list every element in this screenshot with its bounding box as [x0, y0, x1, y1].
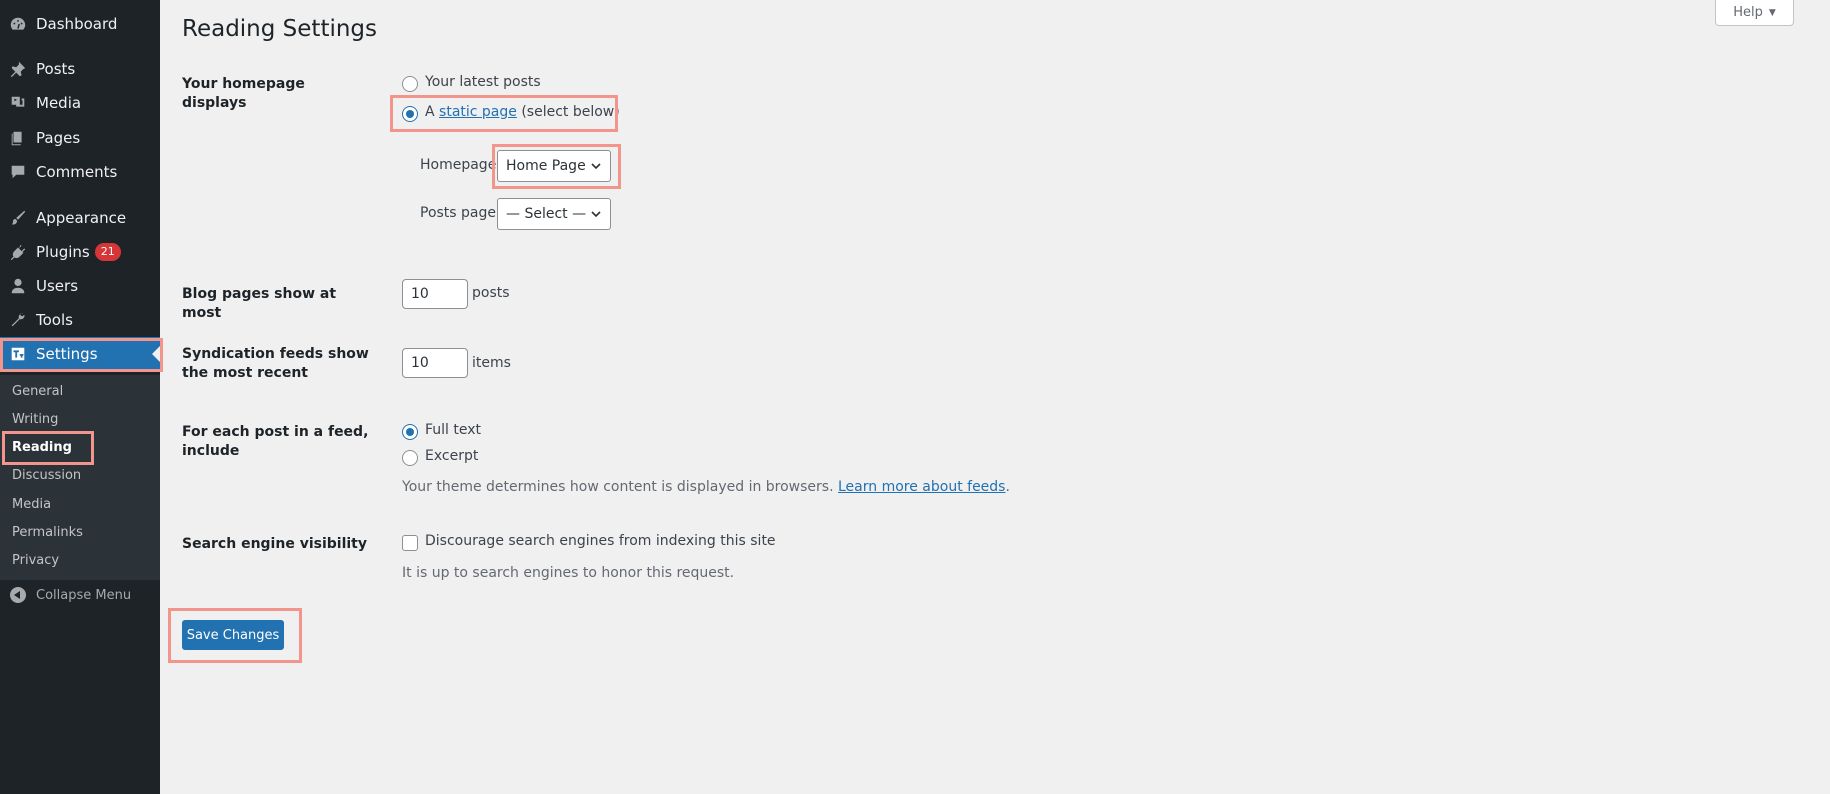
page-title: Reading Settings: [182, 16, 378, 42]
help-label: Help: [1733, 5, 1763, 20]
latest-posts-label: Your latest posts: [425, 74, 541, 90]
homepage-select[interactable]: Home Page: [497, 150, 611, 182]
comment-icon: [0, 163, 36, 181]
syndication-label: Syndication feeds show the most recent: [182, 346, 369, 381]
search-visibility-label: Search engine visibility: [182, 536, 367, 552]
plugins-update-badge: 21: [94, 243, 121, 262]
settings-submenu: General Writing Reading Discussion Media…: [0, 375, 160, 580]
submenu-item-general[interactable]: General: [12, 384, 63, 399]
submenu-item-reading[interactable]: Reading: [12, 440, 72, 455]
dashboard-icon: [0, 15, 36, 33]
static-page-link[interactable]: static page: [439, 104, 517, 120]
pin-icon: [0, 60, 36, 78]
submenu-item-discussion[interactable]: Discussion: [12, 468, 81, 483]
posts-page-select-label: Posts page:: [420, 205, 501, 221]
collapse-menu-button[interactable]: Collapse Menu: [0, 583, 160, 607]
submenu-item-writing[interactable]: Writing: [12, 412, 58, 427]
sidebar-item-label: Comments: [36, 163, 118, 181]
sidebar-item-label: Plugins 21: [36, 243, 121, 262]
sidebar-item-label: Settings: [36, 345, 98, 363]
learn-more-feeds-link[interactable]: Learn more about feeds: [838, 479, 1005, 495]
posts-page-select-value: — Select —: [506, 206, 587, 222]
sidebar-item-pages[interactable]: Pages: [0, 121, 160, 155]
blog-pages-unit: posts: [472, 285, 510, 301]
submenu-item-permalinks[interactable]: Permalinks: [12, 525, 83, 540]
pages-icon: [0, 129, 36, 147]
blog-pages-label: Blog pages show at most: [182, 286, 337, 321]
sidebar-item-tools[interactable]: Tools: [0, 303, 160, 337]
save-changes-button[interactable]: Save Changes: [182, 620, 284, 650]
sidebar-item-settings[interactable]: Settings: [0, 337, 160, 371]
chevron-down-icon: [591, 211, 601, 218]
feed-content-label: For each post in a feed, include: [182, 424, 369, 459]
posts-page-select[interactable]: — Select —: [497, 198, 611, 230]
dropdown-triangle-icon: ▼: [1768, 7, 1776, 18]
homepage-select-value: Home Page: [506, 158, 586, 174]
chevron-down-icon: [591, 163, 601, 170]
discourage-search-label: Discourage search engines from indexing …: [425, 533, 776, 549]
help-button[interactable]: Help ▼: [1715, 0, 1794, 26]
sidebar-item-label: Appearance: [36, 209, 127, 227]
latest-posts-radio[interactable]: [402, 76, 418, 92]
admin-sidebar: Dashboard Posts Media Pages Comments App…: [0, 0, 163, 794]
homepage-select-label: Homepage:: [420, 157, 502, 173]
sidebar-item-label: Tools: [36, 311, 73, 329]
syndication-input[interactable]: [402, 348, 468, 378]
full-text-radio[interactable]: [402, 424, 418, 440]
sidebar-item-plugins[interactable]: Plugins 21: [0, 235, 160, 269]
collapse-arrow-icon: [10, 587, 26, 603]
active-menu-arrow: [152, 346, 160, 362]
full-text-label: Full text: [425, 422, 482, 438]
sidebar-item-label: Pages: [36, 129, 81, 147]
submenu-item-privacy[interactable]: Privacy: [12, 553, 59, 568]
sidebar-item-posts[interactable]: Posts: [0, 52, 160, 86]
feed-description: Your theme determines how content is dis…: [402, 479, 1010, 495]
submenu-item-media[interactable]: Media: [12, 497, 51, 512]
plugin-icon: [0, 243, 36, 261]
search-visibility-description: It is up to search engines to honor this…: [402, 565, 735, 581]
static-page-label: A static page (select below): [425, 104, 620, 120]
sidebar-item-label: Media: [36, 94, 82, 112]
homepage-displays-label: Your homepage displays: [182, 76, 305, 111]
sidebar-item-users[interactable]: Users: [0, 269, 160, 303]
static-page-radio[interactable]: [402, 106, 418, 122]
wrench-icon: [0, 311, 36, 329]
sidebar-item-appearance[interactable]: Appearance: [0, 201, 160, 235]
excerpt-label: Excerpt: [425, 448, 479, 464]
excerpt-radio[interactable]: [402, 450, 418, 466]
sidebar-item-label: Users: [36, 277, 79, 295]
sidebar-item-label: Dashboard: [36, 15, 118, 33]
brush-icon: [0, 209, 36, 227]
collapse-menu-label: Collapse Menu: [36, 587, 132, 603]
discourage-search-checkbox[interactable]: [402, 535, 418, 551]
media-icon: [0, 94, 36, 112]
sidebar-item-media[interactable]: Media: [0, 86, 160, 120]
syndication-unit: items: [472, 355, 511, 371]
sidebar-item-label: Posts: [36, 60, 76, 78]
user-icon: [0, 277, 36, 295]
blog-pages-input[interactable]: [402, 279, 468, 309]
sidebar-item-dashboard[interactable]: Dashboard: [0, 7, 160, 41]
sidebar-item-comments[interactable]: Comments: [0, 155, 160, 189]
settings-icon: [0, 345, 36, 363]
